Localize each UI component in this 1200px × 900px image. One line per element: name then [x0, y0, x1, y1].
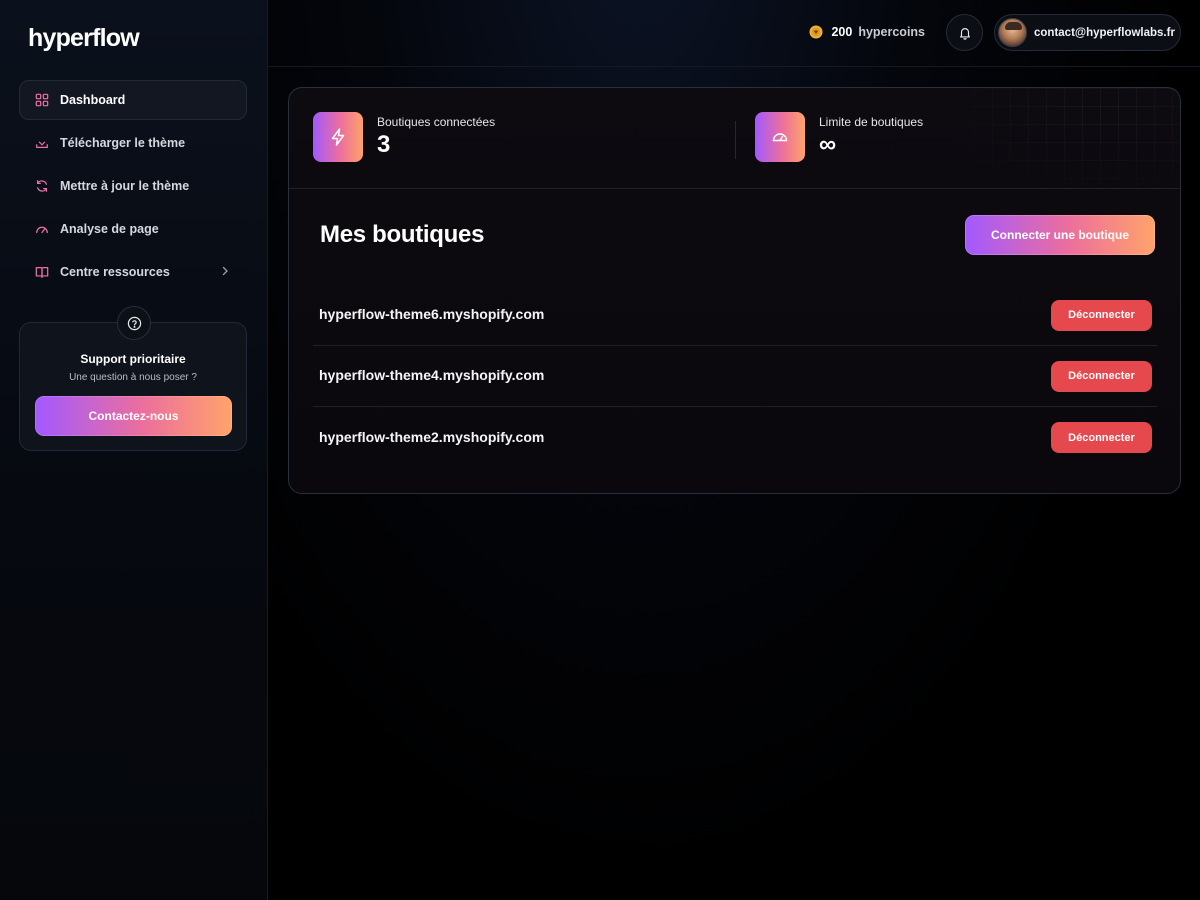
- contact-us-button[interactable]: Contactez-nous: [35, 396, 232, 436]
- list-item: hyperflow-theme6.myshopify.com Déconnect…: [313, 285, 1157, 346]
- app-root: hyperflow Dashboard Télécharger le thème…: [0, 0, 1200, 900]
- sidebar-item-dashboard[interactable]: Dashboard: [19, 80, 247, 120]
- sidebar-item-page-analysis[interactable]: Analyse de page: [19, 209, 247, 249]
- gauge-icon: [34, 221, 50, 237]
- sidebar-item-resource-center[interactable]: Centre ressources: [19, 252, 247, 292]
- avatar: [998, 18, 1027, 47]
- shop-url: hyperflow-theme4.myshopify.com: [319, 367, 545, 383]
- sidebar-item-label: Télécharger le thème: [60, 136, 186, 150]
- sidebar-item-download-theme[interactable]: Télécharger le thème: [19, 123, 247, 163]
- support-subtitle: Une question à nous poser ?: [69, 372, 197, 383]
- hypercoins-balance[interactable]: 200 hypercoins: [809, 25, 925, 39]
- sidebar-nav: Dashboard Télécharger le thème Mettre à …: [19, 80, 247, 295]
- refresh-icon: [34, 178, 50, 194]
- shop-url: hyperflow-theme2.myshopify.com: [319, 428, 545, 445]
- support-title: Support prioritaire: [80, 352, 186, 366]
- book-icon: [34, 264, 50, 280]
- support-card: Support prioritaire Une question à nous …: [19, 306, 247, 451]
- stat-divider: [735, 121, 736, 159]
- speedometer-icon: [755, 112, 805, 162]
- hypercoins-label: hypercoins: [858, 25, 925, 39]
- stat-label: Limite de boutiques: [819, 115, 924, 129]
- shops-list: hyperflow-theme6.myshopify.com Déconnect…: [313, 285, 1157, 468]
- disconnect-button[interactable]: Déconnecter: [1051, 422, 1152, 453]
- stat-shop-limit: Limite de boutiques ∞: [755, 112, 923, 162]
- shop-url: hyperflow-theme6.myshopify.com: [319, 306, 545, 322]
- notifications-button[interactable]: [946, 14, 983, 51]
- hypercoins-count: 200: [831, 25, 853, 39]
- sidebar-item-label: Dashboard: [60, 93, 126, 107]
- connect-shop-button[interactable]: Connecter une boutique: [965, 215, 1155, 255]
- help-circle-icon: [117, 306, 151, 340]
- account-email: contact@hyperflowlabs.fr: [1034, 26, 1175, 39]
- bell-icon: [958, 26, 972, 40]
- dashboard-grid-icon: [34, 92, 50, 108]
- sidebar-item-label: Analyse de page: [60, 222, 159, 236]
- sidebar-item-label: Centre ressources: [60, 265, 170, 279]
- section-title: Mes boutiques: [320, 221, 485, 248]
- list-item: hyperflow-theme2.myshopify.com Déconnect…: [313, 407, 1157, 468]
- shops-panel: Boutiques connectées 3 Limite de boutiqu…: [288, 87, 1181, 494]
- stat-value: 3: [377, 131, 391, 158]
- disconnect-button[interactable]: Déconnecter: [1051, 299, 1152, 331]
- stat-connected-shops: Boutiques connectées 3: [313, 112, 495, 162]
- brand-logo[interactable]: hyperflow: [28, 24, 140, 53]
- stat-value: ∞: [819, 131, 837, 158]
- download-icon: [34, 135, 50, 151]
- topbar: 200 hypercoins contact@hyperflowlabs.fr: [268, 0, 1200, 67]
- account-menu[interactable]: contact@hyperflowlabs.fr: [994, 14, 1181, 51]
- main-content: 200 hypercoins contact@hyperflowlabs.fr: [268, 0, 1200, 900]
- list-item: hyperflow-theme4.myshopify.com Déconnect…: [313, 346, 1157, 407]
- sidebar-item-update-theme[interactable]: Mettre à jour le thème: [19, 166, 247, 206]
- sidebar-item-label: Mettre à jour le thème: [60, 179, 190, 193]
- disconnect-button[interactable]: Déconnecter: [1051, 360, 1152, 392]
- coin-icon: [809, 25, 823, 39]
- stats-row: Boutiques connectées 3 Limite de boutiqu…: [289, 88, 1180, 189]
- chevron-right-icon[interactable]: [220, 266, 232, 278]
- stat-label: Boutiques connectées: [377, 115, 496, 129]
- sidebar: hyperflow Dashboard Télécharger le thème…: [0, 0, 268, 900]
- lightning-icon: [313, 112, 363, 162]
